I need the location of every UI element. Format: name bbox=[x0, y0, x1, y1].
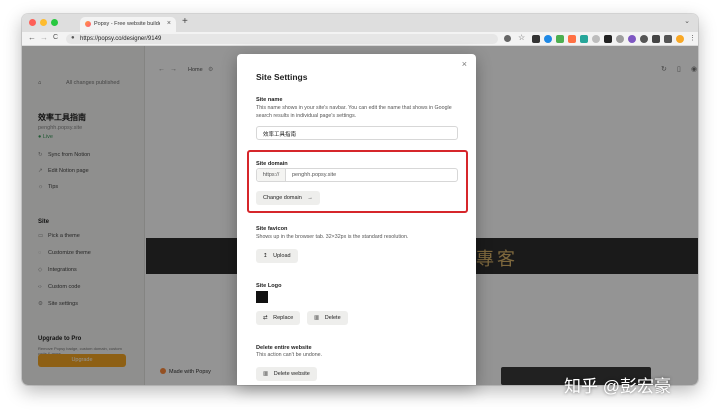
close-window-button[interactable] bbox=[29, 19, 36, 26]
address-bar: ← → C ● https://popsy.co/designer/9149 ☆… bbox=[22, 32, 698, 46]
lock-icon: ● bbox=[71, 35, 75, 41]
upload-favicon-button[interactable]: ↥ Upload bbox=[256, 249, 298, 263]
url-field[interactable]: ● https://popsy.co/designer/9149 bbox=[66, 34, 498, 44]
site-logo-thumbnail bbox=[256, 291, 268, 303]
back-button[interactable]: ← bbox=[28, 33, 36, 42]
tab-title: Popsy - Free website builder f bbox=[94, 21, 160, 27]
site-name-label: Site name bbox=[256, 97, 283, 103]
close-icon[interactable]: × bbox=[462, 59, 467, 69]
reload-button[interactable]: C bbox=[53, 34, 58, 41]
replace-icon: ⇄ bbox=[263, 315, 268, 321]
avatar[interactable] bbox=[676, 35, 684, 43]
delete-site-label: Delete entire website bbox=[256, 345, 312, 351]
tab-close-icon[interactable]: × bbox=[167, 20, 171, 27]
modal-title: Site Settings bbox=[256, 72, 308, 82]
extension-icon[interactable] bbox=[568, 35, 576, 43]
delete-site-description: This action can't be undone. bbox=[256, 352, 323, 358]
site-favicon-label: Site favicon bbox=[256, 226, 288, 232]
site-name-input[interactable]: 效率工具指南 bbox=[256, 126, 458, 140]
replace-logo-button[interactable]: ⇄ Replace bbox=[256, 311, 301, 325]
site-name-description: This name shows in your site's navbar. Y… bbox=[256, 105, 452, 119]
url-text: https://popsy.co/designer/9149 bbox=[80, 36, 162, 42]
site-name-value: 效率工具指南 bbox=[263, 132, 297, 138]
forward-button[interactable]: → bbox=[40, 33, 48, 42]
menu-icon[interactable]: ⋮ bbox=[689, 34, 697, 42]
extension-icon[interactable] bbox=[616, 35, 624, 43]
screenshot: Popsy - Free website builder f × + ⌄ ← →… bbox=[0, 0, 720, 414]
tab-strip: Popsy - Free website builder f × + ⌄ bbox=[22, 14, 698, 32]
zoom-window-button[interactable] bbox=[51, 19, 58, 26]
site-favicon-description: Shows up in the browser tab. 32×32px is … bbox=[256, 234, 409, 240]
tab-search-chevron-icon[interactable]: ⌄ bbox=[684, 17, 690, 25]
extension-icon[interactable] bbox=[628, 35, 636, 43]
watermark: 知乎 @彭宏豪 bbox=[564, 377, 671, 396]
share-icon[interactable] bbox=[504, 35, 511, 42]
delete-website-button[interactable]: ▥ Delete website bbox=[256, 367, 317, 381]
domain-highlight-box bbox=[247, 150, 468, 213]
popsy-favicon-icon bbox=[85, 21, 91, 27]
extension-icon[interactable] bbox=[580, 35, 588, 43]
site-settings-modal: × Site Settings Site name This name show… bbox=[237, 54, 476, 385]
new-tab-button[interactable]: + bbox=[182, 16, 188, 27]
delete-logo-button[interactable]: ▥ Delete bbox=[307, 311, 348, 325]
extension-icon[interactable] bbox=[556, 35, 564, 43]
bookmark-star-icon[interactable]: ☆ bbox=[518, 33, 526, 42]
extension-icon[interactable] bbox=[604, 35, 612, 43]
trash-icon: ▥ bbox=[263, 371, 269, 377]
extension-icon[interactable] bbox=[640, 35, 648, 43]
site-logo-label: Site Logo bbox=[256, 283, 282, 289]
puzzle-icon[interactable] bbox=[652, 35, 660, 43]
minimize-window-button[interactable] bbox=[40, 19, 47, 26]
trash-icon: ▥ bbox=[314, 315, 320, 321]
active-tab[interactable]: Popsy - Free website builder f × bbox=[80, 17, 176, 32]
extension-icon[interactable] bbox=[532, 35, 540, 43]
upload-icon: ↥ bbox=[263, 253, 268, 259]
extension-icon[interactable] bbox=[544, 35, 552, 43]
sidepanel-icon[interactable] bbox=[664, 35, 672, 43]
extension-icon[interactable] bbox=[592, 35, 600, 43]
